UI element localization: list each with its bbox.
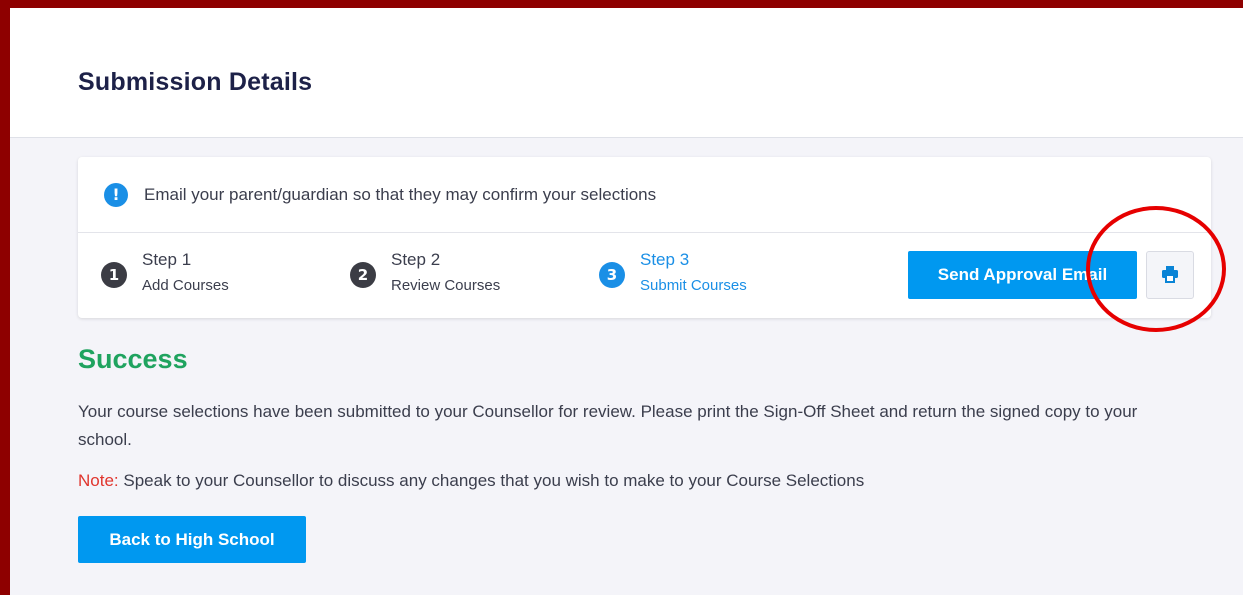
info-icon: !	[104, 182, 128, 207]
step-2-number-icon: 2	[350, 262, 376, 288]
success-heading: Success	[78, 344, 188, 374]
alert-text: Email your parent/guardian so that they …	[144, 184, 657, 204]
step-1-title: Step 1	[142, 250, 192, 269]
step-1-subtitle: Add Courses	[142, 277, 229, 294]
back-to-high-school-button[interactable]: Back to High School	[78, 516, 306, 563]
step-1[interactable]: 1 Step 1 Add Courses	[101, 249, 229, 295]
step-2[interactable]: 2 Step 2 Review Courses	[350, 249, 500, 295]
submission-card: ! Email your parent/guardian so that the…	[78, 157, 1211, 318]
success-message: Your course selections have been submitt…	[78, 402, 1138, 449]
info-alert: ! Email your parent/guardian so that the…	[78, 157, 1211, 233]
step-2-subtitle: Review Courses	[391, 277, 501, 294]
page-title: Submission Details	[78, 68, 313, 96]
note-label: Note:	[78, 471, 119, 490]
step-2-title: Step 2	[391, 250, 441, 269]
step-3-title: Step 3	[640, 250, 690, 269]
printer-icon	[1161, 265, 1179, 286]
send-approval-email-button[interactable]: Send Approval Email	[908, 251, 1137, 299]
page-header: Submission Details	[10, 8, 1243, 138]
note-body: Speak to your Counsellor to discuss any …	[118, 471, 865, 490]
note-text: Note: Speak to your Counsellor to discus…	[78, 471, 864, 491]
print-button[interactable]	[1146, 251, 1194, 299]
step-3-subtitle: Submit Courses	[640, 277, 747, 294]
step-3[interactable]: 3 Step 3 Submit Courses	[599, 249, 747, 295]
app-frame: Submission Details ! Email your parent/g…	[10, 8, 1243, 595]
step-progress: 1 Step 1 Add Courses 2 Step 2 Review Cou…	[78, 233, 1211, 317]
step-3-number-icon: 3	[599, 262, 625, 288]
step-1-number-icon: 1	[101, 262, 127, 288]
